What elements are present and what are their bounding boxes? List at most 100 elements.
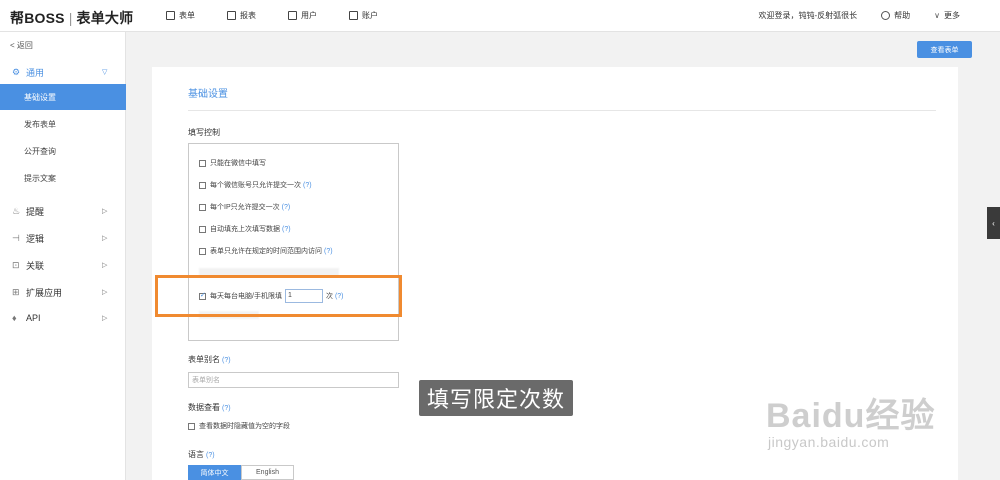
help-link[interactable]: 帮助	[881, 10, 910, 21]
sidebar-group-api-label: API	[26, 313, 41, 323]
grid-icon: ⊞	[12, 286, 20, 297]
sidebar-group-relation-label: 关联	[26, 260, 45, 271]
help-icon[interactable]: (?)	[303, 182, 312, 189]
help-icon[interactable]: (?)	[282, 226, 291, 233]
back-link[interactable]: < 返回	[10, 40, 33, 51]
welcome-text: 欢迎登录，钝钝-反射弧很长	[758, 11, 858, 20]
option-autofill[interactable]: 自动填充上次填写数据 (?)	[199, 224, 291, 234]
chevron-right-icon: ▷	[102, 262, 108, 269]
sidebar-group-relation[interactable]: ⊡ 关联 ▷	[0, 253, 126, 277]
nav-users-label: 用户	[301, 11, 317, 20]
more-menu[interactable]: ∨ 更多	[934, 10, 960, 21]
nav-forms-label: 表单	[179, 11, 195, 20]
option-one-per-wechat[interactable]: 每个微信账号只允许提交一次 (?)	[199, 180, 312, 190]
link-icon: ⊡	[12, 259, 20, 270]
option-label: 每个IP只允许提交一次	[210, 204, 280, 211]
chart-icon	[227, 11, 236, 20]
baidu-watermark: Baidu经验 jingyan.baidu.com	[758, 388, 978, 458]
language-en-button[interactable]: English	[241, 465, 294, 480]
data-view-label-text: 数据查看	[188, 403, 220, 412]
view-form-button[interactable]: 查看表单	[917, 41, 972, 58]
fill-control-label: 填写控制	[188, 128, 220, 137]
option-label: 查看数据时隐藏值为空的字段	[199, 423, 290, 430]
language-zh-button[interactable]: 简体中文	[188, 465, 241, 480]
language-label-text: 语言	[188, 450, 204, 459]
chevron-right-icon: ▷	[102, 208, 108, 215]
sidebar-group-reminder-label: 提醒	[26, 206, 45, 217]
help-icon[interactable]: (?)	[222, 357, 231, 364]
api-icon: ♦	[12, 313, 17, 323]
option-time-range[interactable]: 表单只允许在规定的时间范围内访问 (?)	[199, 246, 333, 256]
header-right: 欢迎登录，钝钝-反射弧很长 帮助 ∨ 更多	[758, 10, 960, 21]
brand-name: 帮BOSS	[10, 10, 65, 26]
chevron-left-icon: <	[10, 41, 17, 50]
option-label: 每个微信账号只允许提交一次	[210, 182, 301, 189]
data-view-label: 数据查看 (?)	[188, 402, 231, 413]
back-label: 返回	[16, 41, 33, 50]
sidebar-group-general[interactable]: ⚙ 通用 ▽	[0, 60, 126, 84]
option-wechat-only[interactable]: 只能在微信中填写	[199, 158, 266, 168]
user-icon	[288, 11, 297, 20]
highlight-box	[155, 275, 402, 317]
alias-label: 表单别名 (?)	[188, 354, 231, 365]
chevron-right-icon: ▷	[102, 235, 108, 242]
sidebar-group-extensions[interactable]: ⊞ 扩展应用 ▷	[0, 280, 126, 304]
language-label: 语言 (?)	[188, 449, 215, 460]
nav-reports[interactable]: 报表	[227, 10, 256, 21]
logic-icon: ⊣	[12, 232, 20, 243]
account-icon	[349, 11, 358, 20]
help-icon[interactable]: (?)	[206, 452, 215, 459]
sidebar-item-publish-form[interactable]: 发布表单	[0, 111, 126, 137]
help-icon[interactable]: (?)	[282, 204, 291, 211]
option-hide-empty[interactable]: 查看数据时隐藏值为空的字段	[188, 421, 290, 431]
sidebar-item-basic-settings[interactable]: 基础设置	[0, 84, 126, 110]
gear-icon: ⚙	[12, 66, 21, 77]
chevron-right-icon: ▷	[102, 315, 108, 322]
sidebar-item-prompt-text[interactable]: 提示文案	[0, 165, 126, 191]
nav-account[interactable]: 账户	[349, 10, 378, 21]
page-title: 基础设置	[188, 89, 228, 100]
form-icon	[166, 11, 175, 20]
help-icon[interactable]: (?)	[222, 405, 231, 412]
nav-reports-label: 报表	[240, 11, 256, 20]
brand-logo[interactable]: 帮BOSS | 表单大师	[10, 8, 133, 28]
chevron-left-icon: ‹	[992, 218, 995, 228]
more-label: 更多	[944, 11, 960, 20]
bell-icon: ♨	[12, 205, 21, 216]
sidebar-group-extensions-label: 扩展应用	[26, 287, 63, 298]
title-divider	[188, 110, 936, 111]
chevron-right-icon: ▷	[102, 289, 108, 296]
watermark-url: jingyan.baidu.com	[768, 434, 890, 450]
option-label: 自动填充上次填写数据	[210, 226, 280, 233]
sidebar-item-public-query[interactable]: 公开查询	[0, 138, 126, 164]
checkbox[interactable]	[199, 159, 206, 167]
sidebar-group-logic[interactable]: ⊣ 逻辑 ▷	[0, 226, 126, 250]
checkbox[interactable]	[188, 422, 195, 430]
option-label: 表单只允许在规定的时间范围内访问	[210, 248, 322, 255]
option-one-per-ip[interactable]: 每个IP只允许提交一次 (?)	[199, 202, 290, 212]
help-icon[interactable]: (?)	[324, 248, 333, 255]
nav-forms[interactable]: 表单	[166, 10, 195, 21]
language-toggle: 简体中文 English	[188, 465, 294, 480]
help-label: 帮助	[894, 11, 911, 20]
sidebar: < 返回 ⚙ 通用 ▽ 基础设置 发布表单 公开查询 提示文案 ♨ 提醒 ▷ ⊣…	[0, 32, 126, 480]
subtitle-caption: 填写限定次数	[419, 380, 574, 416]
sidebar-group-reminder[interactable]: ♨ 提醒 ▷	[0, 199, 126, 223]
nav-account-label: 账户	[362, 11, 378, 20]
top-bar: 帮BOSS | 表单大师 表单 报表 用户 账户 欢迎登录，钝钝-反射弧很长 帮助 …	[0, 0, 1000, 32]
checkbox[interactable]	[199, 225, 206, 233]
alias-input[interactable]: 表单别名	[188, 372, 399, 388]
sidebar-group-general-label: 通用	[26, 67, 45, 78]
chevron-down-icon: ∨	[934, 11, 940, 20]
checkbox[interactable]	[199, 203, 206, 211]
watermark-main: Baidu经验	[766, 397, 936, 435]
sidebar-group-api[interactable]: ♦ API ▷	[0, 306, 126, 330]
main-nav: 表单 报表 用户 账户	[166, 10, 378, 21]
nav-users[interactable]: 用户	[288, 10, 317, 21]
chevron-down-icon: ▽	[102, 69, 108, 76]
checkbox[interactable]	[199, 247, 206, 255]
sidebar-group-logic-label: 逻辑	[26, 233, 45, 244]
checkbox[interactable]	[199, 181, 206, 189]
collapse-panel-tab[interactable]: ‹	[987, 207, 1000, 239]
option-label: 只能在微信中填写	[210, 160, 266, 167]
